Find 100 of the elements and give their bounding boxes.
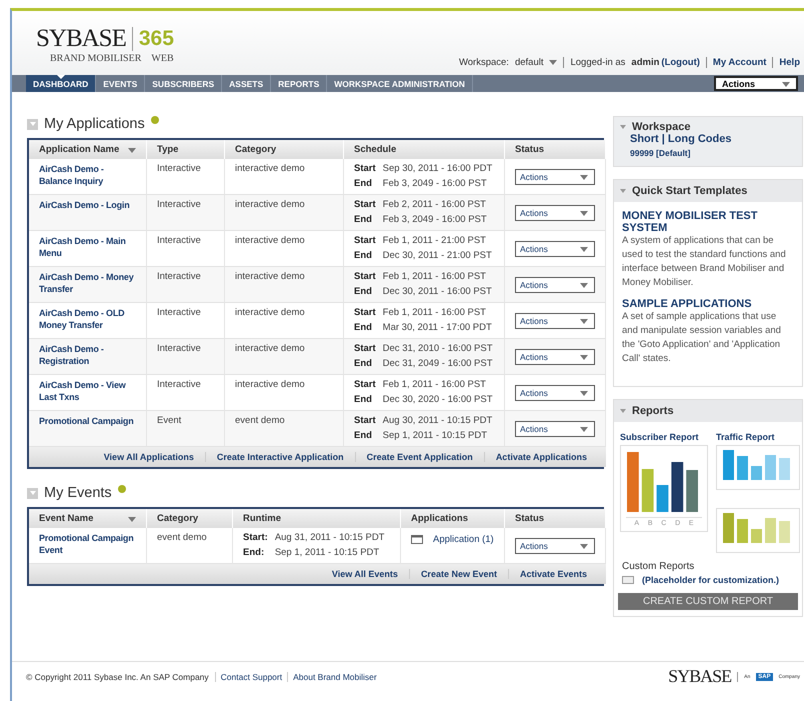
table-cell: interactive demo [235, 379, 305, 390]
actions-dropdown[interactable]: Actions [515, 349, 595, 365]
footer-link[interactable]: Create Interactive Application [204, 452, 355, 462]
table-cell: Interactive [157, 271, 201, 282]
product-logo: 365 [138, 27, 174, 51]
template-link[interactable]: MONEY MOBILISER TEST SYSTEM [622, 210, 794, 234]
footer-link[interactable]: View All Applications [92, 452, 205, 462]
start-date: Sep 30, 2011 - 16:00 PDT [382, 163, 494, 174]
application-link[interactable]: AirCash Demo - OLD Money Transfer [39, 307, 136, 331]
footer-link[interactable]: Activate Applications [484, 452, 598, 462]
collapse-icon[interactable] [27, 488, 38, 498]
footer-link[interactable]: Activate Events [508, 569, 598, 579]
end-date: Sep 1, 2011 - 10:15 PDT [274, 547, 380, 558]
start-label: Start [354, 307, 376, 318]
start-label: Start [354, 271, 376, 282]
footer-link[interactable]: About Brand Mobiliser [287, 672, 382, 682]
nav-tab[interactable]: ASSETS [222, 75, 272, 92]
end-date: Sep 1, 2011 - 10:15 PDT [382, 430, 488, 441]
end-label: End [354, 286, 373, 297]
template-description: A set of sample applications that use and manipulate session variables and the 'Goto Application' and 'Application Call' states. [622, 310, 782, 366]
nav-tab[interactable]: EVENTS [96, 75, 146, 92]
event-link[interactable]: Promotional Campaign Event [39, 532, 136, 556]
window-icon [411, 535, 423, 544]
column-header[interactable]: Application Name [29, 140, 147, 159]
workspace-selector[interactable]: default [514, 56, 544, 68]
actions-dropdown[interactable]: Actions [515, 277, 595, 293]
report-link[interactable]: Subscriber Report [620, 432, 708, 442]
section-title: My Events [44, 485, 112, 501]
bar-chart-drawing [722, 450, 792, 480]
start-label: Start [354, 343, 376, 354]
footer-link[interactable]: Create New Event [408, 569, 508, 579]
account-link[interactable]: My Account [712, 56, 766, 68]
workspace-label: Workspace: [458, 56, 509, 68]
table-cell: Interactive [157, 163, 201, 174]
table-cell: Interactive [157, 199, 201, 210]
end-date: Dec 30, 2011 - 16:00 PST [382, 286, 493, 297]
application-link[interactable]: Application (1) [433, 534, 494, 545]
end-date: Dec 30, 2011 - 21:00 PST [382, 250, 493, 261]
start-label: Start: [243, 532, 268, 543]
template-description: A system of applications that can be used to test the standard functions and interface between Brand Mobiliser and Money Mobiliser. [622, 234, 787, 290]
start-date: Aug 30, 2011 - 10:15 PDT [382, 415, 494, 426]
application-link[interactable]: AirCash Demo - Main Menu [39, 235, 136, 259]
report-link[interactable]: Traffic Report [716, 432, 800, 442]
help-link[interactable]: Help [779, 56, 800, 68]
table-cell: Interactive [157, 379, 201, 390]
table-cell: interactive demo [235, 163, 305, 174]
column-header: Category [147, 509, 233, 528]
table-cell: Interactive [157, 343, 201, 354]
column-header: Type [147, 140, 225, 159]
chart-thumbnail[interactable] [716, 508, 800, 553]
actions-dropdown[interactable]: Actions [515, 385, 595, 401]
column-header: Runtime [233, 509, 401, 528]
panel-title: Quick Start Templates [632, 185, 748, 197]
start-date: Dec 31, 2010 - 16:00 PST [382, 343, 494, 354]
actions-dropdown[interactable]: Actions [515, 538, 595, 554]
start-label: Start [354, 199, 376, 210]
start-date: Feb 1, 2011 - 16:00 PST [382, 307, 487, 318]
start-date: Feb 1, 2011 - 16:00 PST [382, 271, 487, 282]
nav-tab[interactable]: SUBSCRIBERS [145, 75, 222, 92]
nav-tab[interactable]: WORKSPACE ADMINISTRATION [327, 75, 473, 92]
codes-link[interactable]: Short | Long Codes [630, 133, 796, 145]
default-code: 99999 [Default] [630, 148, 692, 158]
section-title: My Applications [44, 116, 145, 132]
table-cell: event demo [235, 415, 285, 426]
end-label: End [354, 358, 373, 369]
end-label: End [354, 178, 373, 189]
start-label: Start [354, 415, 376, 426]
help-icon[interactable] [118, 485, 126, 493]
chart-thumbnail[interactable] [716, 445, 800, 490]
column-header: Applications [401, 509, 505, 528]
create-report-button[interactable]: CREATE CUSTOM REPORT [618, 593, 798, 610]
placeholder-link[interactable]: (Placeholder for customization.) [642, 575, 780, 585]
end-date: Mar 30, 2011 - 17:00 PDT [382, 322, 493, 333]
actions-dropdown[interactable]: Actions [515, 313, 595, 329]
actions-dropdown[interactable]: Actions [515, 169, 595, 185]
application-link[interactable]: AirCash Demo - View Last Txns [39, 379, 136, 403]
footer-link[interactable]: Contact Support [214, 672, 288, 682]
logo-subtitle: WEB [151, 53, 174, 64]
actions-dropdown[interactable]: Actions [515, 241, 595, 257]
start-label: Start [354, 163, 376, 174]
start-date: Feb 1, 2011 - 16:00 PST [382, 379, 487, 390]
footer-link[interactable]: View All Events [320, 569, 409, 579]
actions-dropdown[interactable]: Actions [515, 421, 595, 437]
start-label: Start [354, 235, 376, 246]
actions-dropdown[interactable]: Actions [515, 205, 595, 221]
footer-link[interactable]: Create Event Application [354, 452, 484, 462]
nav-tab[interactable]: REPORTS [271, 75, 328, 92]
column-header: Status [505, 140, 606, 159]
start-label: Start [354, 379, 376, 390]
actions-dropdown[interactable]: Actions [714, 76, 798, 91]
nav-tab[interactable]: DASHBOARD [26, 75, 96, 92]
table-cell: interactive demo [235, 307, 305, 318]
help-icon[interactable] [150, 116, 159, 124]
collapse-icon[interactable] [27, 118, 38, 130]
logout-link[interactable]: (Logout) [661, 56, 700, 68]
template-link[interactable]: SAMPLE APPLICATIONS [622, 298, 794, 310]
application-link[interactable]: AirCash Demo - Balance Inquiry [39, 163, 136, 187]
column-header[interactable]: Event Name [29, 509, 147, 528]
brand-logo: SYBASE [668, 666, 732, 687]
column-header: Category [225, 140, 344, 159]
